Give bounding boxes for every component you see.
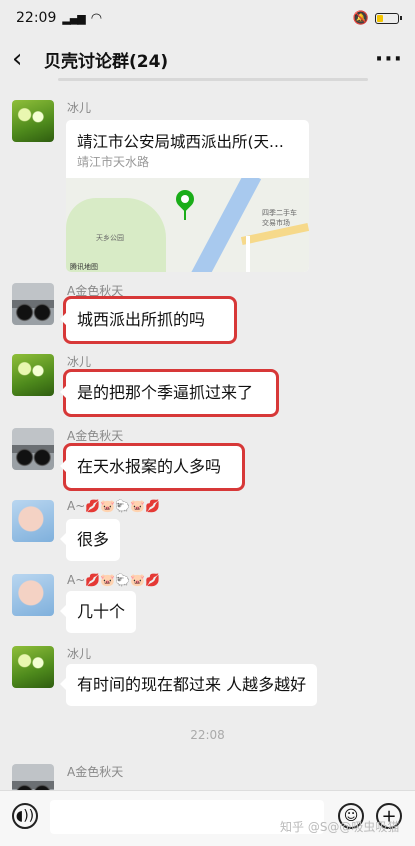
location-address: 靖江市天水路 — [77, 155, 150, 169]
map-preview: 天乡公园 四季二手车交易市场 腾讯地图 — [66, 178, 309, 272]
chat-title: 贝壳讨论群(24) — [44, 51, 169, 72]
sender-name: A~💋🐷🐑🐷💋 — [67, 573, 160, 587]
voice-icon[interactable]: ◖)) — [12, 803, 38, 829]
status-time: 22:09 — [16, 10, 57, 26]
avatar[interactable] — [12, 283, 54, 325]
message-bubble[interactable]: 是的把那个季逼抓过来了 — [60, 369, 279, 417]
location-title: 靖江市公安局城西派出所(天... — [77, 133, 284, 151]
message-bubble[interactable]: 有时间的现在都过来 人越多越好 — [59, 664, 318, 706]
avatar[interactable] — [12, 428, 54, 470]
avatar[interactable] — [12, 500, 54, 542]
sender-name: 冰儿 — [67, 355, 92, 369]
avatar[interactable] — [12, 354, 54, 396]
sender-name: A~💋🐷🐑🐷💋 — [67, 499, 160, 513]
status-bar: 22:09 ▂▄▆ ◠ 🔕 — [0, 0, 415, 36]
message-bubble[interactable]: 城西派出所抓的吗 — [60, 296, 237, 344]
mute-icon: 🔕 — [352, 10, 369, 26]
avatar[interactable] — [12, 646, 54, 688]
avatar[interactable] — [12, 574, 54, 616]
sender-name: A金色秋天 — [67, 284, 124, 298]
location-card[interactable]: 靖江市公安局城西派出所(天... 靖江市天水路 天乡公园 四季二手车交易市场 腾… — [66, 120, 309, 272]
back-icon[interactable]: ‹ — [12, 46, 40, 72]
message-bubble[interactable]: 很多 — [59, 519, 121, 561]
map-label-park: 天乡公园 — [96, 234, 124, 242]
avatar[interactable] — [12, 100, 54, 142]
message-bubble[interactable]: 在天水报案的人多吗 — [60, 443, 245, 491]
partial-message-strip — [58, 78, 368, 81]
battery-icon — [375, 12, 402, 24]
message-timestamp: 22:08 — [190, 728, 225, 742]
watermark: 知乎 @S@@吸虫吸猫 — [280, 820, 400, 834]
chat-header: ‹ 贝壳讨论群(24) ··· — [0, 36, 415, 82]
wifi-icon: ◠ — [90, 10, 103, 26]
map-label-shop: 四季二手车交易市场 — [262, 209, 297, 227]
map-road — [246, 236, 250, 272]
message-bubble[interactable]: 几十个 — [59, 591, 137, 633]
sender-name: 冰儿 — [67, 101, 92, 115]
map-logo: 腾讯地图 — [70, 263, 98, 271]
signal-icon: ▂▄▆ — [62, 11, 85, 25]
sender-name: 冰儿 — [67, 647, 92, 661]
sender-name: A金色秋天 — [67, 429, 124, 443]
map-pin-stem — [184, 208, 186, 220]
sender-name: A金色秋天 — [67, 765, 124, 779]
more-icon[interactable]: ··· — [375, 47, 403, 72]
map-river — [188, 178, 262, 272]
